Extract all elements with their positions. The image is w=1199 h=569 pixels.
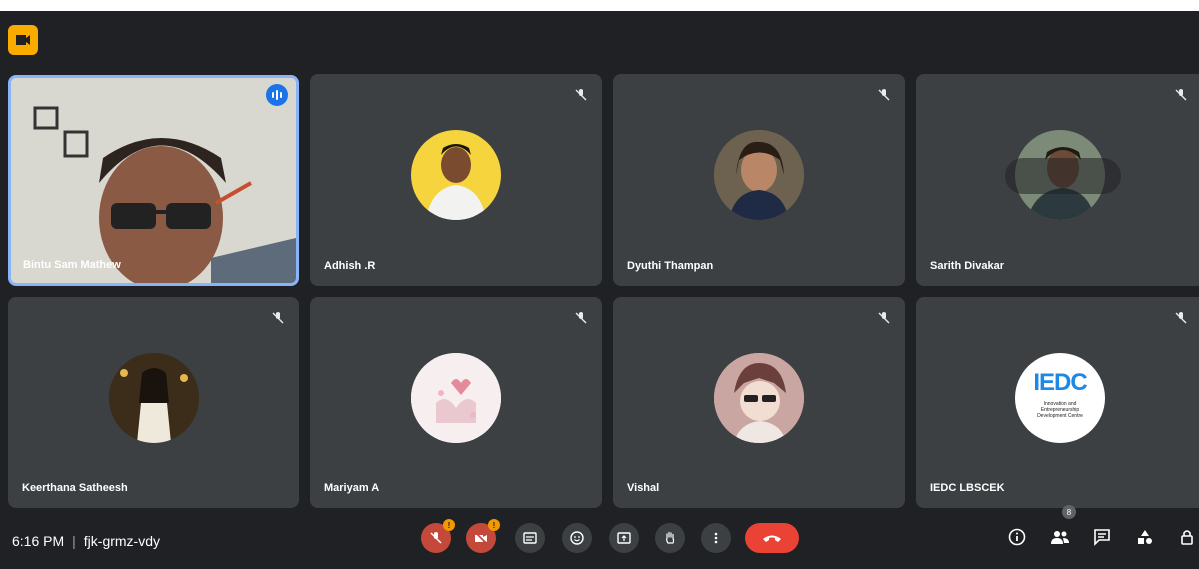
participant-name: Keerthana Satheesh <box>22 482 128 494</box>
mic-warning-badge: ! <box>443 519 455 531</box>
lock-person-icon <box>1181 530 1193 545</box>
people-count-badge: 8 <box>1062 505 1076 519</box>
mic-muted-icon <box>1175 312 1187 324</box>
meeting-details-button[interactable] <box>1005 525 1029 549</box>
meeting-info: 6:16 PM | fjk-grmz-vdy <box>12 533 160 549</box>
separator: | <box>72 533 76 549</box>
participant-tile-adhish[interactable]: Adhish .R <box>310 74 602 286</box>
avatar <box>411 352 501 443</box>
participant-name: Adhish .R <box>324 260 376 272</box>
present-screen-icon <box>617 532 631 544</box>
participant-tile-bintu[interactable]: Bintu Sam Mathew <box>8 75 299 286</box>
participant-tile-dyuthi[interactable]: Dyuthi Thampan <box>613 74 905 286</box>
activities-icon <box>1138 530 1152 544</box>
microphone-button[interactable]: ! <box>421 519 455 553</box>
mic-off-icon <box>430 532 442 544</box>
people-icon <box>1051 531 1069 544</box>
control-bar: 6:16 PM | fjk-grmz-vdy ! ! 8 <box>0 505 1199 569</box>
hang-up-icon <box>763 535 781 542</box>
participant-name: Sarith Divakar <box>930 260 1004 272</box>
speaking-indicator-icon <box>266 84 288 106</box>
mic-muted-icon <box>272 312 284 324</box>
participant-name: Mariyam A <box>324 482 380 494</box>
chat-button[interactable] <box>1090 525 1114 549</box>
camera-warning-badge: ! <box>488 519 500 531</box>
iedc-logo: IEDC Innovation and Entrepreneurship Dev… <box>1015 352 1105 443</box>
captions-button[interactable] <box>515 523 545 553</box>
meeting-code[interactable]: fjk-grmz-vdy <box>84 533 160 549</box>
mic-muted-icon <box>878 312 890 324</box>
camera-button[interactable]: ! <box>466 519 500 553</box>
recording-indicator-icon[interactable] <box>8 25 38 55</box>
captions-icon <box>523 532 537 544</box>
participant-name: IEDC LBSCEK <box>930 482 1005 494</box>
raise-hand-button[interactable] <box>655 523 685 553</box>
reactions-button[interactable] <box>562 523 592 553</box>
avatar <box>411 130 501 220</box>
mic-muted-icon <box>575 89 587 101</box>
participant-name: Vishal <box>627 482 660 494</box>
participant-tile-mariyam[interactable]: Mariyam A <box>310 297 602 508</box>
mic-muted-icon <box>575 312 587 324</box>
host-controls-button[interactable] <box>1176 525 1199 549</box>
pin-controls-overlay[interactable] <box>1005 158 1121 194</box>
avatar <box>714 352 804 443</box>
more-vert-icon <box>714 532 718 544</box>
mic-muted-icon <box>1175 89 1187 101</box>
people-button[interactable] <box>1048 525 1072 549</box>
participant-tile-iedc[interactable]: IEDC Innovation and Entrepreneurship Dev… <box>916 297 1199 508</box>
avatar <box>108 352 199 443</box>
more-options-button[interactable] <box>701 523 731 553</box>
activities-button[interactable] <box>1133 525 1157 549</box>
avatar <box>714 130 804 220</box>
participant-name: Bintu Sam Mathew <box>23 259 121 271</box>
mic-muted-icon <box>878 89 890 101</box>
emoji-icon <box>570 531 584 545</box>
participant-tile-keerthana[interactable]: Keerthana Satheesh <box>8 297 299 508</box>
chat-icon <box>1094 529 1110 546</box>
meet-window: Bintu Sam Mathew Adhish .R Dyuthi Thampa… <box>0 11 1199 569</box>
leave-call-button[interactable] <box>745 523 799 553</box>
iedc-logo-subtext: Innovation and Entrepreneurship Developm… <box>1037 400 1083 419</box>
camera-feed <box>11 78 296 283</box>
participant-tile-vishal[interactable]: Vishal <box>613 297 905 508</box>
iedc-logo-text: IEDC <box>1033 368 1087 396</box>
participant-tile-sarith[interactable]: Sarith Divakar <box>916 74 1199 286</box>
hand-icon <box>666 531 675 544</box>
camera-off-icon <box>474 531 488 545</box>
participant-name: Dyuthi Thampan <box>627 260 714 272</box>
present-button[interactable] <box>609 523 639 553</box>
meeting-time: 6:16 PM <box>12 533 65 549</box>
info-icon <box>1008 528 1026 546</box>
